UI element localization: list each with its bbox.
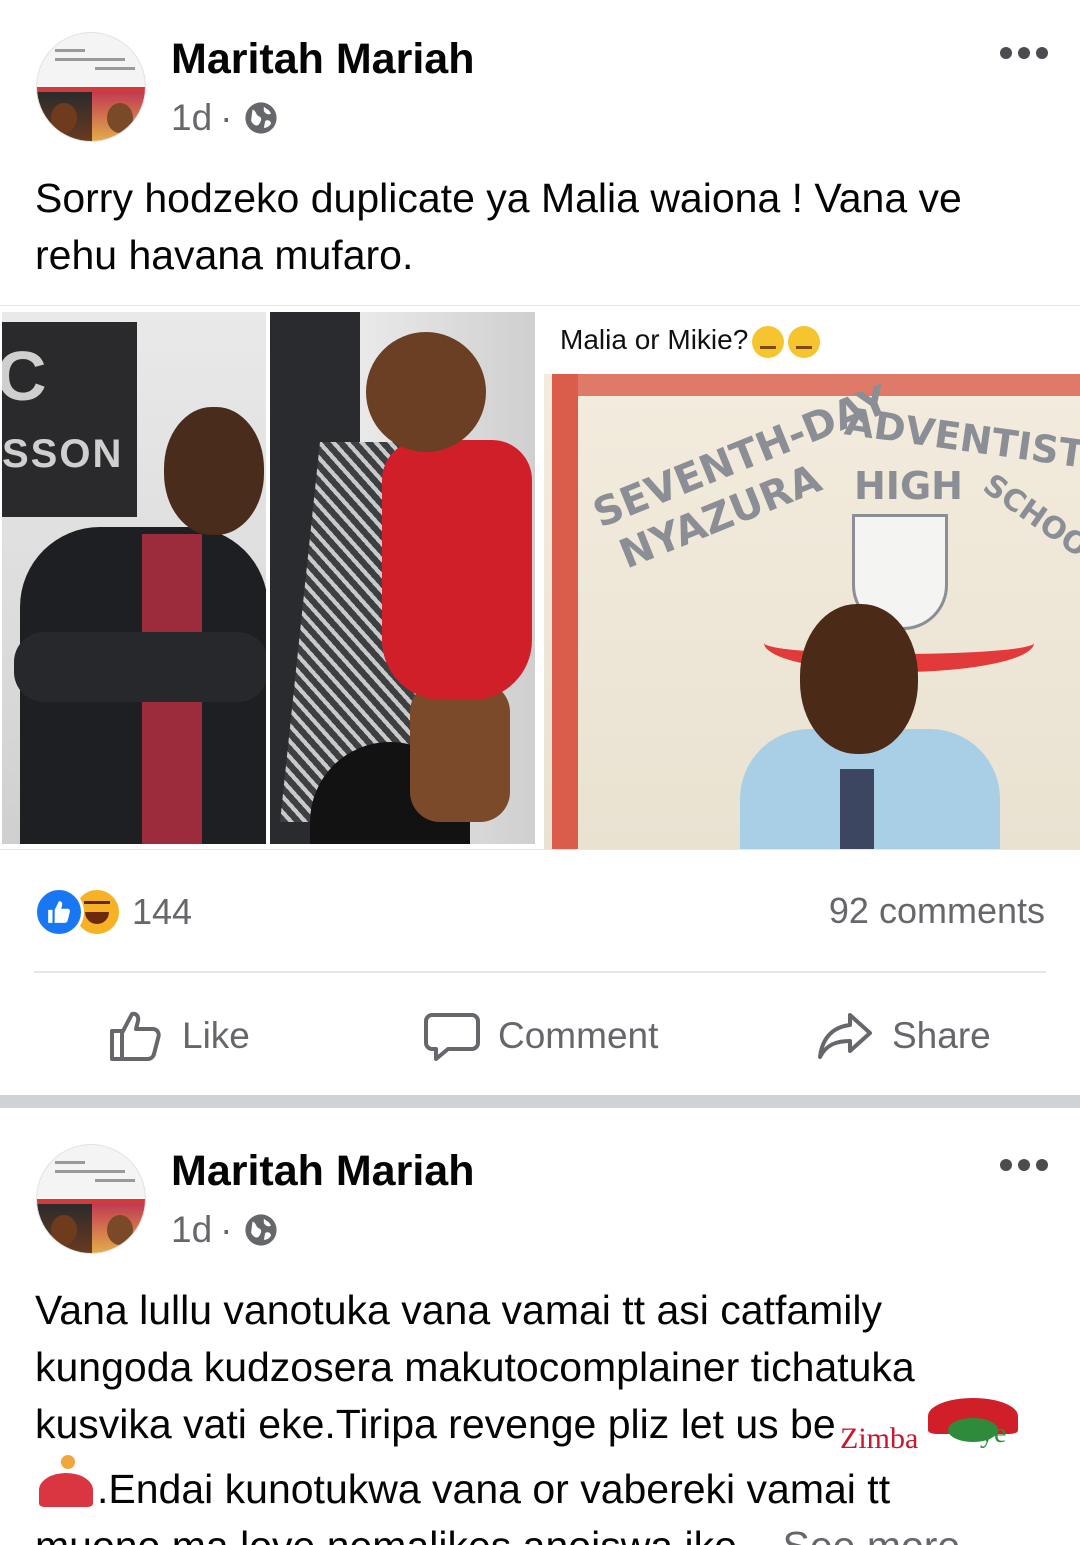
separator: · bbox=[220, 97, 233, 138]
author-name[interactable]: Maritah Mariah bbox=[171, 1146, 474, 1196]
photo-school-boy[interactable]: Malia or Mikie? SEVENTH-DAY NYAZURA ADVE… bbox=[538, 306, 1080, 849]
separator: · bbox=[220, 1209, 233, 1250]
more-options-icon[interactable] bbox=[1000, 46, 1048, 60]
avatar[interactable] bbox=[36, 1144, 146, 1254]
like-button[interactable]: Like bbox=[108, 1004, 250, 1068]
divider bbox=[34, 971, 1046, 973]
photo-caption: Malia or Mikie? bbox=[560, 324, 821, 358]
photo-man[interactable]: C SSON bbox=[2, 312, 266, 844]
like-reaction-icon bbox=[34, 887, 84, 937]
dancer-emoji bbox=[35, 1453, 97, 1509]
feed-separator bbox=[0, 1095, 1080, 1108]
share-label: Share bbox=[892, 1015, 991, 1056]
avatar[interactable] bbox=[36, 32, 146, 142]
share-button[interactable]: Share bbox=[816, 1004, 991, 1068]
post-text: Sorry hodzeko duplicate ya Malia waiona … bbox=[35, 175, 962, 278]
share-icon bbox=[818, 1013, 872, 1059]
comments-count[interactable]: 92 comments bbox=[829, 890, 1045, 932]
photo-baby[interactable] bbox=[270, 312, 535, 844]
thinking-face-emoji bbox=[788, 325, 821, 358]
globe-icon bbox=[245, 102, 278, 134]
post-time[interactable]: 1d bbox=[171, 1208, 212, 1252]
post-meta: 1d · bbox=[171, 96, 278, 140]
comment-icon bbox=[424, 1013, 480, 1061]
see-more-link[interactable]: See more bbox=[782, 1523, 960, 1545]
reaction-count: 144 bbox=[132, 891, 193, 932]
thinking-face-emoji bbox=[752, 325, 785, 358]
post-text-line: kungoda kudzosera makutocomplainer ticha… bbox=[35, 1344, 915, 1390]
post-text-line: muono ma love nemalikes anoiswa iko... S… bbox=[35, 1518, 1055, 1545]
watermark-logo: Zimba ye bbox=[840, 1392, 1040, 1472]
more-options-icon[interactable] bbox=[1000, 1158, 1048, 1172]
post-time[interactable]: 1d bbox=[171, 96, 212, 140]
thumbs-up-icon bbox=[110, 1011, 161, 1061]
like-label: Like bbox=[182, 1015, 250, 1056]
reaction-summary[interactable]: 144 bbox=[34, 887, 192, 937]
post-card: Maritah Mariah 1d · Sorry hodzeko duplic… bbox=[0, 0, 1080, 1095]
photo-grid[interactable]: C SSON Malia or Mikie? SEVENTH-DAY NYAZUR… bbox=[0, 305, 1080, 850]
globe-icon bbox=[245, 1214, 278, 1246]
post-card: Maritah Mariah 1d · Vana lullu vanotuka … bbox=[0, 1108, 1080, 1545]
comment-label: Comment bbox=[498, 1015, 659, 1056]
post-meta: 1d · bbox=[171, 1208, 278, 1252]
comment-button[interactable]: Comment bbox=[424, 1004, 658, 1068]
post-text-line: Vana lullu vanotuka vana vamai tt asi ca… bbox=[35, 1287, 883, 1333]
author-name[interactable]: Maritah Mariah bbox=[171, 34, 474, 84]
